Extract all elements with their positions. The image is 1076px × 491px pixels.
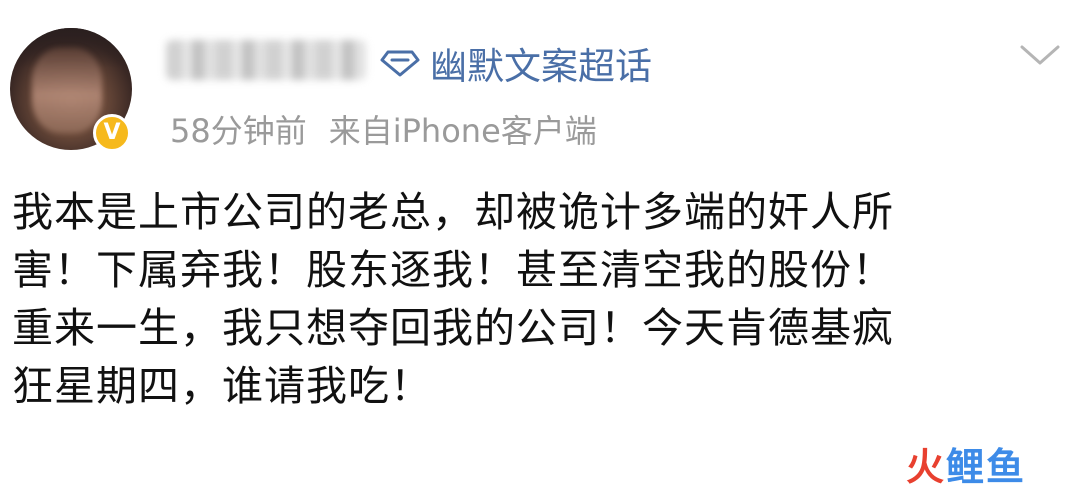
watermark-part2: 鲤鱼 (946, 445, 1027, 489)
content-line: 狂星期四，谁请我吃！ (12, 362, 432, 410)
post-meta: 58分钟前 来自iPhone客户端 (170, 106, 597, 152)
watermark-part1: 火 (906, 445, 947, 489)
username-blurred[interactable] (166, 40, 366, 80)
topic-link[interactable]: 幽默文案超话 (380, 40, 652, 88)
post-time: 58分钟前 (170, 112, 307, 150)
verified-badge: V (93, 114, 131, 152)
topic-label: 幽默文案超话 (430, 45, 652, 88)
content-line: 我本是上市公司的老总，却被诡计多端的奸人所 (12, 188, 894, 236)
avatar-face-blurred (32, 48, 102, 133)
post-source: 来自iPhone客户端 (328, 112, 597, 150)
content-line: 重来一生，我只想夺回我的公司！今天肯德基疯 (12, 304, 894, 352)
chevron-down-icon[interactable] (1018, 42, 1062, 68)
watermark-logo: 火 鲤鱼 (906, 436, 1026, 491)
content-line: 害！下属弃我！股东逐我！甚至清空我的股份！ (12, 246, 894, 294)
diamond-icon (380, 50, 420, 77)
post-content: 我本是上市公司的老总，却被诡计多端的奸人所 害！下属弃我！股东逐我！甚至清空我的… (12, 183, 1062, 415)
